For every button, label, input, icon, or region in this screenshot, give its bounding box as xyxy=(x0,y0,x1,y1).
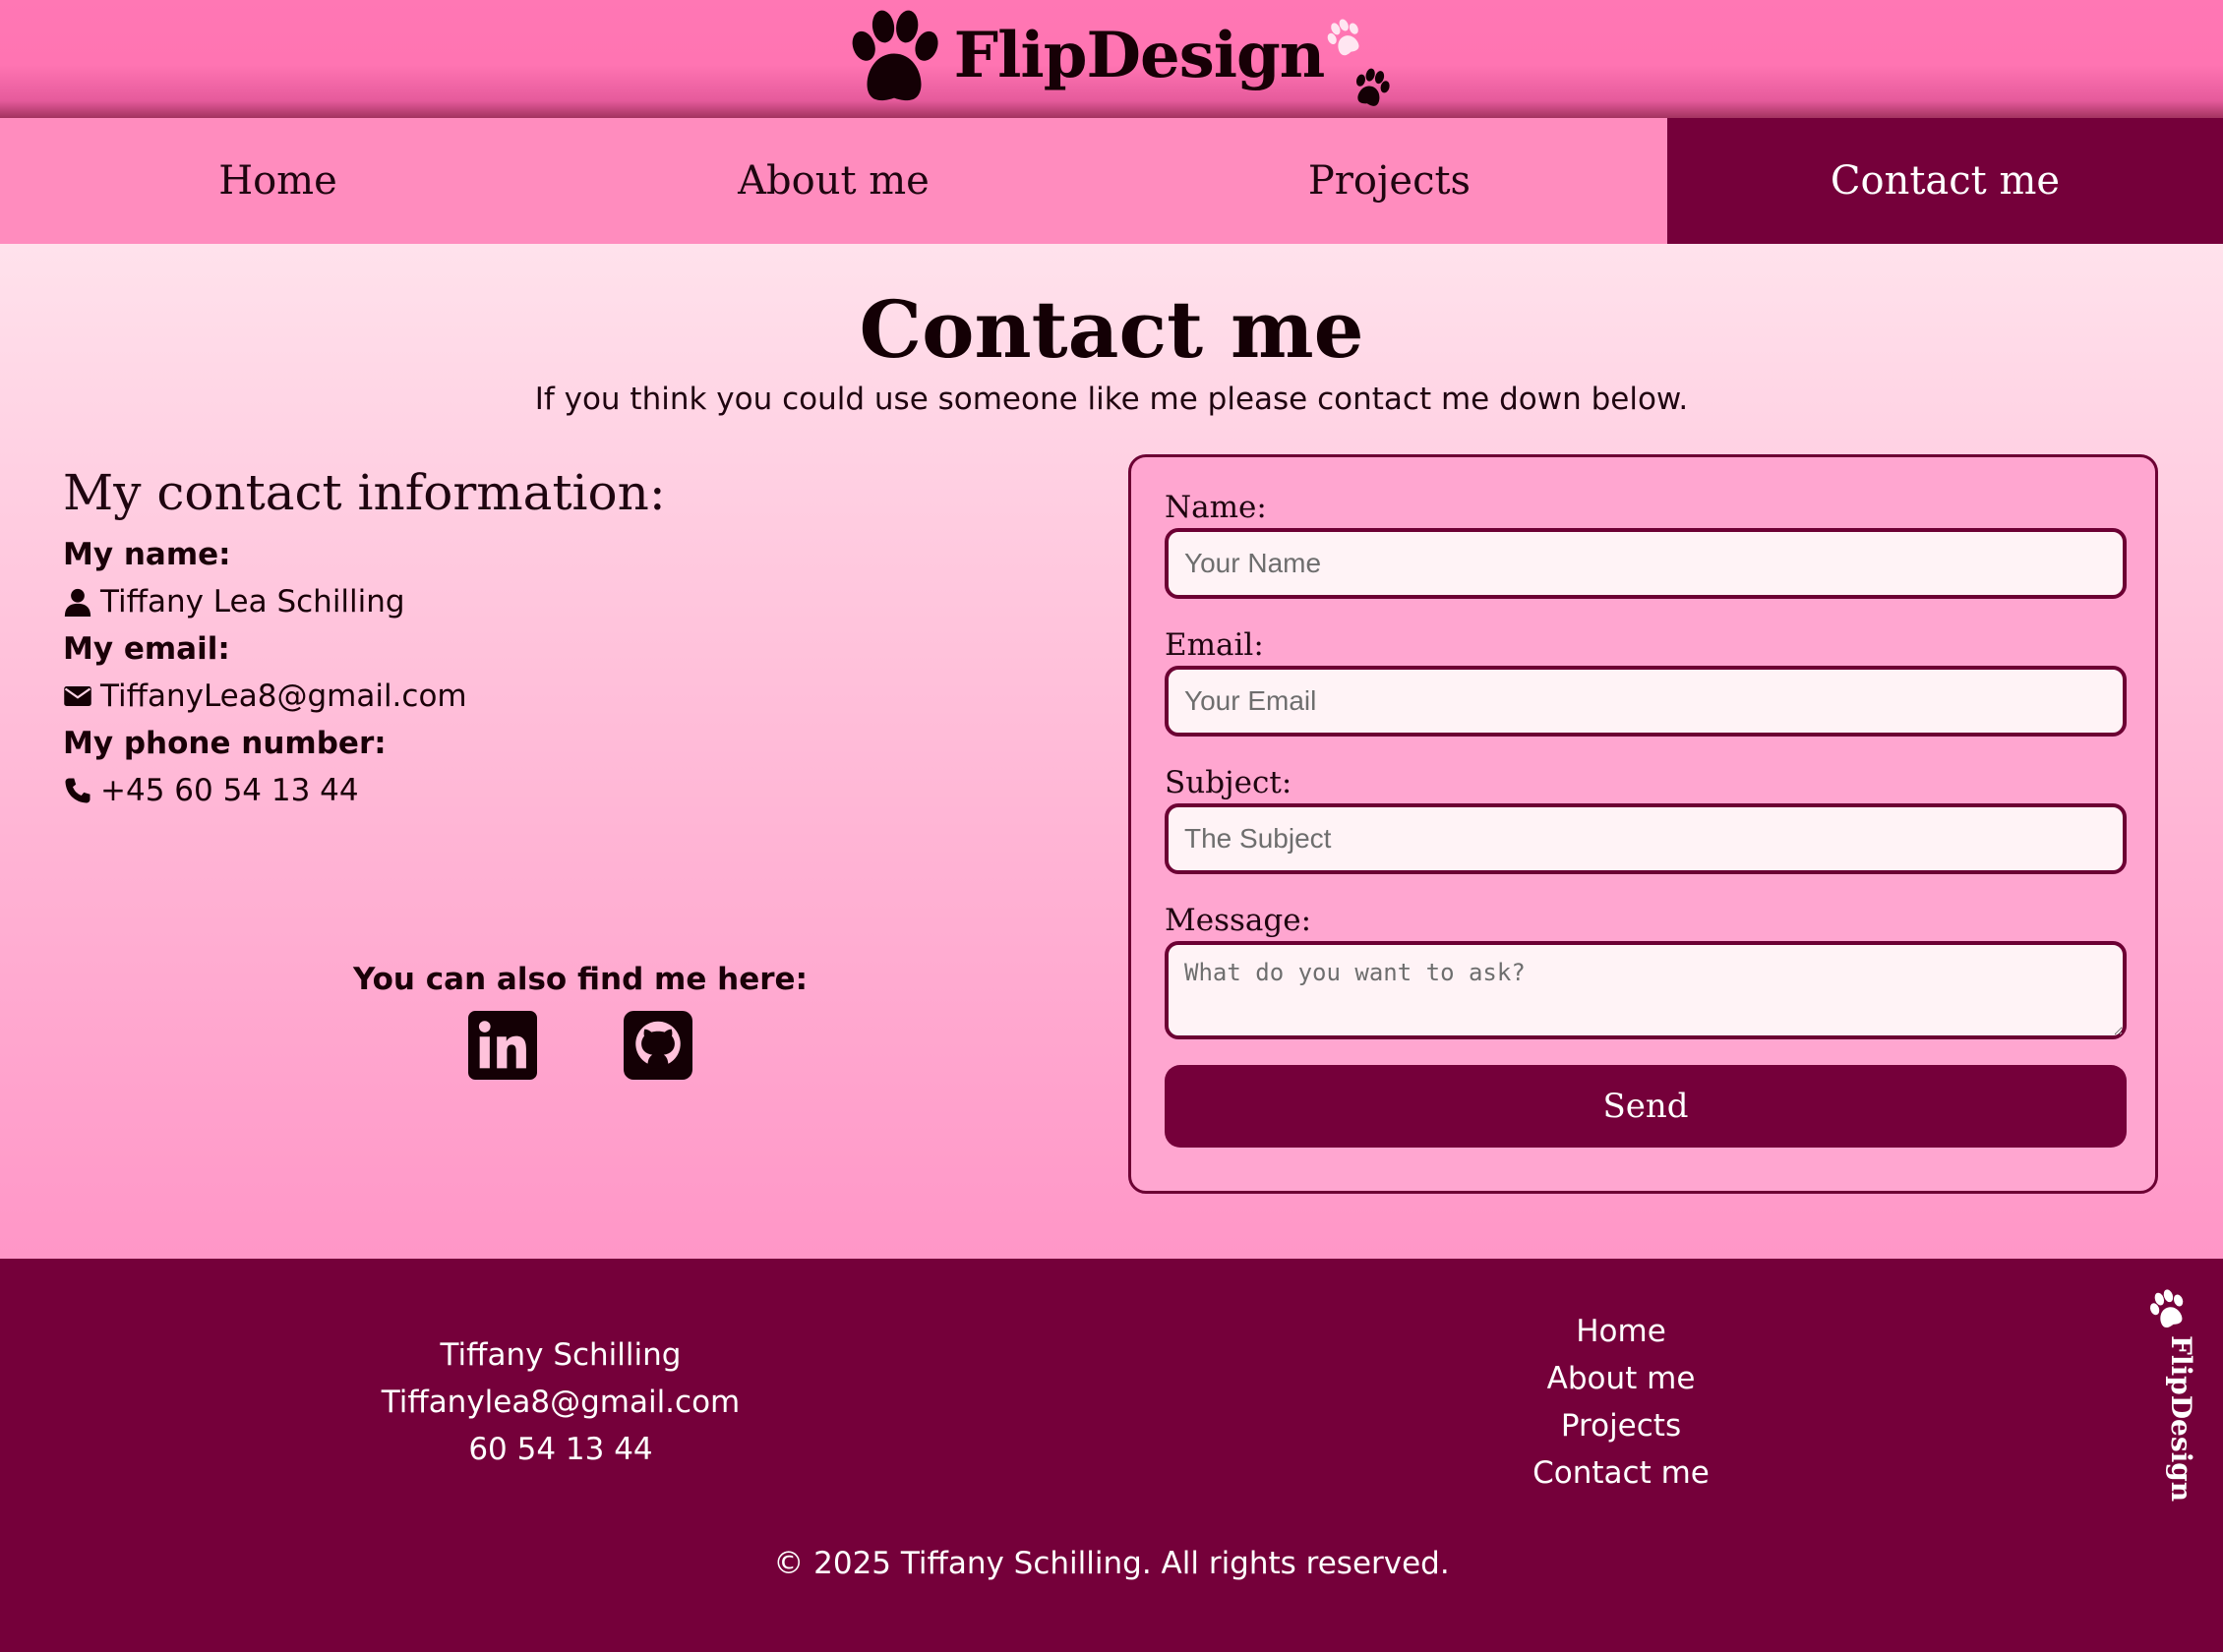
find-me-text: You can also find me here: xyxy=(353,962,808,997)
phone-value: +45 60 54 13 44 xyxy=(100,773,359,808)
paw-icon xyxy=(1327,19,1359,56)
nav-item-contact-me[interactable]: Contact me xyxy=(1667,118,2223,244)
footer-link-projects[interactable]: Projects xyxy=(1424,1402,1818,1449)
contact-info: My contact information: My name: Tiffany… xyxy=(63,464,666,814)
email-field-label: Email: xyxy=(1165,627,1264,663)
main-content: Contact me If you think you could use so… xyxy=(0,244,2223,1259)
phone-icon xyxy=(65,778,90,803)
footer-email: Tiffanylea8@gmail.com xyxy=(381,1385,741,1420)
user-icon xyxy=(64,588,91,617)
subject-input[interactable] xyxy=(1165,803,2127,874)
footer-phone: 60 54 13 44 xyxy=(468,1432,653,1467)
social-links xyxy=(236,1011,925,1080)
paw-icon xyxy=(1356,68,1390,106)
page-title: Contact me xyxy=(859,283,1364,376)
paw-icon xyxy=(852,10,938,101)
linkedin-icon[interactable] xyxy=(468,1011,537,1080)
github-icon[interactable] xyxy=(624,1011,692,1080)
main-nav: Home About me Projects Contact me xyxy=(0,118,2223,244)
footer-logo-text: FlipDesign xyxy=(2165,1335,2197,1503)
footer-link-about-me[interactable]: About me xyxy=(1424,1355,1818,1402)
contact-form: Name: Email: Subject: Message: Send xyxy=(1128,454,2158,1194)
find-me-section: You can also find me here: xyxy=(236,962,925,1080)
envelope-icon xyxy=(64,686,91,706)
nav-item-about-me[interactable]: About me xyxy=(556,118,1112,244)
site-logo[interactable]: FlipDesign xyxy=(840,5,1390,113)
footer-contact: Tiffany Schilling Tiffanylea8@gmail.com … xyxy=(266,1331,856,1473)
email-input[interactable] xyxy=(1165,666,2127,737)
name-value: Tiffany Lea Schilling xyxy=(100,584,405,620)
logo-text: FlipDesign xyxy=(953,18,1326,92)
message-textarea[interactable] xyxy=(1165,941,2127,1039)
email-label: My email: xyxy=(63,631,230,667)
name-field-label: Name: xyxy=(1165,490,1267,525)
phone-label: My phone number: xyxy=(63,726,387,761)
email-value-row: TiffanyLea8@gmail.com xyxy=(63,673,666,720)
paw-icon xyxy=(2149,1289,2184,1328)
send-button[interactable]: Send xyxy=(1165,1065,2127,1148)
copyright: © 2025 Tiffany Schilling. All rights res… xyxy=(773,1546,1450,1581)
footer-nav: Home About me Projects Contact me xyxy=(1424,1308,1818,1497)
footer-name: Tiffany Schilling xyxy=(440,1337,682,1373)
name-value-row: Tiffany Lea Schilling xyxy=(63,578,666,625)
page-intro: If you think you could use someone like … xyxy=(534,382,1689,417)
logo-paws xyxy=(1324,10,1390,108)
email-value: TiffanyLea8@gmail.com xyxy=(100,678,467,714)
site-footer: Tiffany Schilling Tiffanylea8@gmail.com … xyxy=(0,1259,2223,1652)
subject-field-label: Subject: xyxy=(1165,765,1292,800)
footer-link-home[interactable]: Home xyxy=(1424,1308,1818,1355)
nav-item-projects[interactable]: Projects xyxy=(1112,118,1667,244)
site-header: FlipDesign xyxy=(0,0,2223,118)
footer-link-contact-me[interactable]: Contact me xyxy=(1424,1449,1818,1497)
name-label: My name: xyxy=(63,537,231,572)
phone-value-row: +45 60 54 13 44 xyxy=(63,767,666,814)
footer-logo[interactable]: FlipDesign xyxy=(2133,1288,2201,1514)
name-input[interactable] xyxy=(1165,528,2127,599)
message-field-label: Message: xyxy=(1165,903,1312,938)
contact-info-heading: My contact information: xyxy=(63,464,666,521)
nav-item-home[interactable]: Home xyxy=(0,118,556,244)
